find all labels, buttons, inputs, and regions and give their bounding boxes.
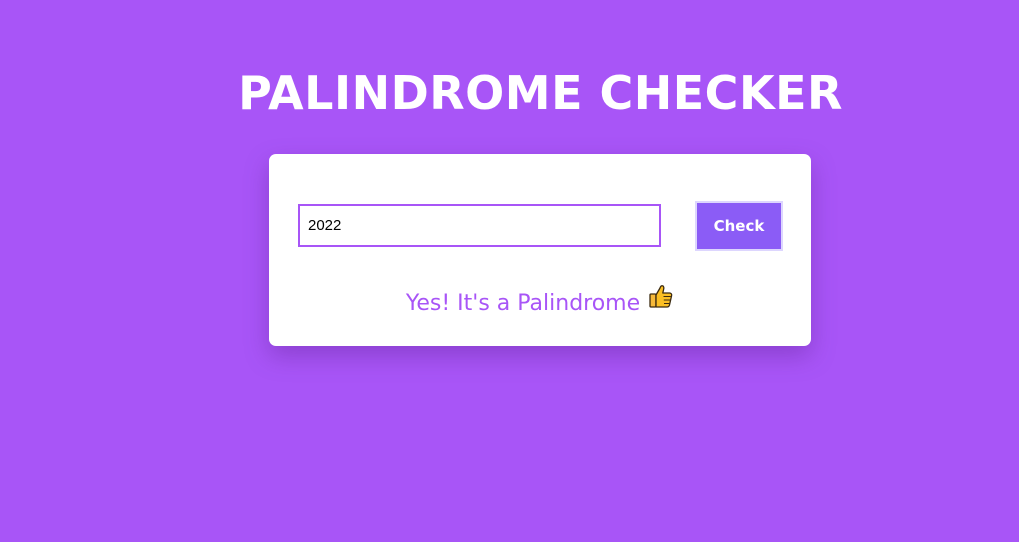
result-text: Yes! It's a Palindrome (405, 291, 641, 316)
text-input[interactable] (298, 204, 661, 247)
checker-card: Check Yes! It's a Palindrome (269, 154, 811, 346)
check-button[interactable]: Check (695, 201, 783, 251)
page-title: PALINDROME CHECKER (238, 66, 843, 120)
thumbs-up-icon (648, 283, 674, 319)
result-message: Yes! It's a Palindrome (269, 285, 811, 320)
